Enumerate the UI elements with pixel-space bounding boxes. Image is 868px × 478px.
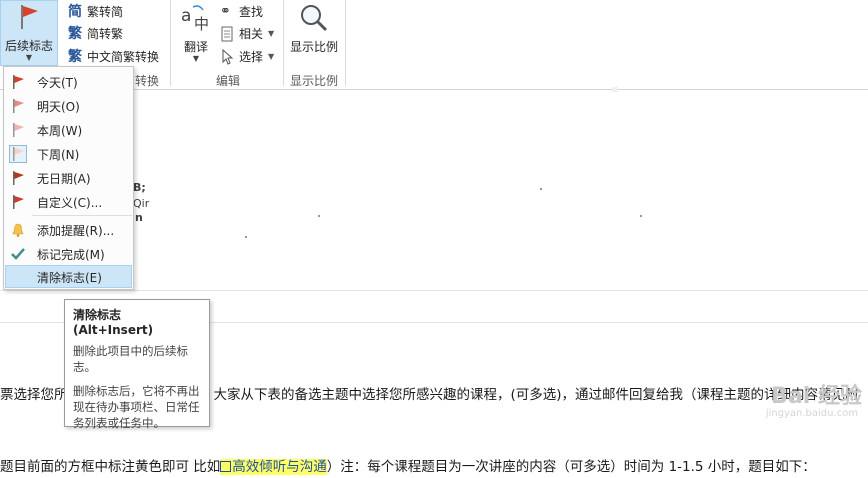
highlighted-course: 高效倾听与沟通 bbox=[220, 459, 327, 475]
chinese-conversion-button[interactable]: 繁 中文简繁转换 bbox=[68, 48, 159, 65]
menu-divider bbox=[32, 215, 132, 216]
cursor-arrow-icon bbox=[220, 48, 236, 65]
header-fragment: n bbox=[135, 211, 143, 224]
menu-item-clear-flag[interactable]: 清除标志(E) bbox=[5, 265, 132, 288]
simplified-to-traditional-button[interactable]: 繁 简转繁 bbox=[68, 25, 123, 42]
translate-button[interactable]: a 中 翻译 ▼ bbox=[176, 0, 216, 63]
find-label: 查找 bbox=[239, 5, 264, 19]
group-divider bbox=[283, 0, 284, 86]
checkmark-icon bbox=[9, 245, 27, 263]
traditional-to-simplified-label: 繁转简 bbox=[87, 5, 124, 19]
checkbox-glyph bbox=[220, 461, 232, 472]
followup-flag-menu: 今天(T) 明天(O) 本周(W) 下周(N) 无日期(A) 自定义(C)... bbox=[3, 66, 134, 290]
magnifier-icon bbox=[301, 5, 328, 32]
select-button[interactable]: 选择 ▼ bbox=[220, 48, 274, 65]
tooltip-line: 删除标志后，它将不再出现在待办事项栏、日常任务列表或任务中。 bbox=[73, 384, 200, 430]
select-label: 选择 bbox=[239, 50, 264, 64]
related-label: 相关 bbox=[239, 27, 264, 41]
zoom-group-label: 显示比例 bbox=[290, 74, 339, 88]
chinese-conversion-label: 中文简繁转换 bbox=[87, 50, 160, 64]
group-divider bbox=[170, 0, 171, 86]
translate-icon: a 中 bbox=[181, 5, 209, 33]
traditional-to-simplified-button[interactable]: 简 繁转简 bbox=[68, 3, 123, 20]
flag-light-icon bbox=[9, 121, 27, 139]
bell-icon bbox=[9, 221, 27, 239]
zoom-button[interactable]: 显示比例 bbox=[287, 0, 341, 55]
svg-text:a: a bbox=[181, 6, 191, 26]
conversion-char-icon: 繁 bbox=[68, 48, 82, 65]
convert-group-label: 转换 bbox=[135, 74, 160, 88]
flag-icon bbox=[21, 5, 38, 29]
flag-dark-icon bbox=[9, 169, 27, 187]
group-divider bbox=[345, 0, 346, 86]
header-dot bbox=[318, 215, 320, 217]
menu-item-today[interactable]: 今天(T) bbox=[5, 70, 132, 93]
flag-lightest-icon bbox=[9, 145, 27, 163]
menu-item-no-date[interactable]: 无日期(A) bbox=[5, 166, 132, 189]
followup-flag-label: 后续标志 bbox=[4, 39, 53, 53]
watermark-url: jingyan.baidu.com bbox=[765, 408, 858, 419]
translate-label: 翻译 bbox=[183, 40, 208, 54]
watermark-logo: Bai 经验 bbox=[771, 384, 862, 409]
binoculars-icon: ⚭ bbox=[220, 3, 231, 19]
tooltip-line: 删除此项目中的后续标志。 bbox=[73, 344, 188, 374]
flag-red-icon bbox=[9, 73, 27, 91]
simplified-char-icon: 繁 bbox=[68, 25, 82, 42]
flag-custom-icon bbox=[9, 193, 27, 211]
body-text: 题目前面的方框中标注黄色即可 比如 bbox=[0, 459, 221, 475]
zoom-label: 显示比例 bbox=[289, 40, 338, 54]
menu-item-tomorrow[interactable]: 明天(O) bbox=[5, 94, 132, 117]
chevron-down-icon: ▼ bbox=[25, 53, 33, 62]
find-button[interactable]: ⚭ 查找 bbox=[220, 3, 263, 20]
body-text: 票选择您所 bbox=[0, 387, 68, 403]
edit-group-label: 编辑 bbox=[216, 74, 241, 88]
header-fragment: B; bbox=[133, 181, 146, 194]
body-text: 大家从下表的备选主题中选择您所感兴趣的课程，(可多选)，通过邮件回复给我（课程主… bbox=[213, 387, 859, 403]
tooltip-body: 删除此项目中的后续标志。 删除标志后，它将不再出现在待办事项栏、日常任务列表或任… bbox=[73, 343, 201, 431]
flag-pink-icon bbox=[9, 97, 27, 115]
followup-flag-button[interactable]: 后续标志 ▼ bbox=[0, 0, 58, 66]
header-divider bbox=[0, 290, 868, 291]
tooltip-title: 清除标志 (Alt+Insert) bbox=[73, 308, 154, 337]
chevron-down-icon: ▼ bbox=[268, 52, 275, 61]
header-dot bbox=[640, 215, 642, 217]
header-dot bbox=[540, 188, 542, 190]
document-icon bbox=[220, 26, 236, 42]
svg-text:中: 中 bbox=[194, 15, 209, 33]
menu-item-add-reminder[interactable]: 添加提醒(R)... bbox=[5, 218, 132, 241]
traditional-char-icon: 简 bbox=[68, 3, 82, 20]
body-line-2: 题目前面的方框中标注黄色即可 比如 高效倾听与沟通）注：每个课程题目为一次讲座的内… bbox=[0, 455, 816, 475]
chevron-down-icon: ▼ bbox=[268, 29, 275, 38]
scroll-stub bbox=[612, 87, 618, 92]
menu-item-next-week[interactable]: 下周(N) bbox=[5, 142, 132, 165]
body-text: ）注：每个课程题目为一次讲座的内容（可多选）时间为 1-1.5 小时，题目如下： bbox=[326, 459, 816, 475]
menu-item-mark-complete[interactable]: 标记完成(M) bbox=[5, 242, 132, 265]
header-dot bbox=[245, 236, 247, 238]
header-fragment: Qir bbox=[133, 197, 150, 210]
related-button[interactable]: 相关 ▼ bbox=[220, 25, 274, 42]
clear-flag-tooltip: 清除标志 (Alt+Insert) 删除此项目中的后续标志。 删除标志后，它将不… bbox=[64, 299, 210, 430]
simplified-to-traditional-label: 简转繁 bbox=[87, 27, 124, 41]
menu-item-this-week[interactable]: 本周(W) bbox=[5, 118, 132, 141]
chevron-down-icon: ▼ bbox=[192, 54, 200, 63]
menu-item-custom[interactable]: 自定义(C)... bbox=[5, 190, 132, 213]
